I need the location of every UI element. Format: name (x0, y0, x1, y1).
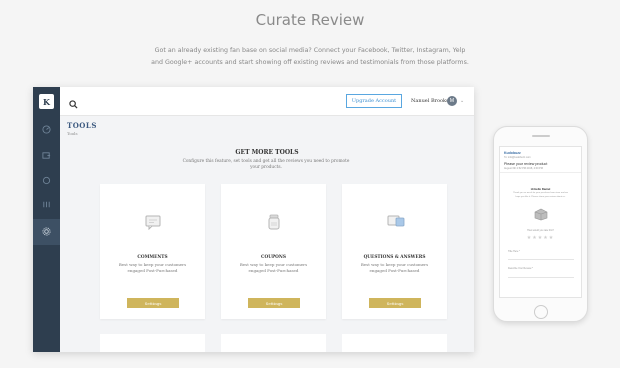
tool-card-partial (100, 334, 205, 352)
sidebar: K (33, 87, 60, 352)
card-description: Best way to keep your customers engaged … (239, 262, 308, 273)
top-bar: Upgrade Account Nanuel Brooks M ⌄ (60, 87, 474, 116)
review-field[interactable] (508, 277, 574, 278)
coupons-settings-button[interactable]: Settings (248, 298, 300, 308)
analytics-icon[interactable] (41, 175, 52, 186)
field-label: Title Here * (508, 250, 520, 253)
breadcrumb[interactable]: Tools (67, 131, 78, 136)
card-description: Best way to keep your customers engaged … (118, 262, 187, 273)
avatar[interactable]: M (447, 96, 457, 106)
get-more-tools-title: GET MORE TOOLS (235, 149, 299, 156)
card-title: COMMENTS (137, 255, 168, 260)
search-icon[interactable] (69, 96, 78, 109)
coupon-jar-icon (266, 214, 282, 230)
upgrade-account-button[interactable]: Upgrade Account (346, 94, 402, 108)
gear-icon[interactable] (41, 226, 52, 237)
phone-speaker (532, 135, 550, 137)
field-label: Describe Your Review * (508, 267, 533, 270)
tool-card-questions-answers: QUESTIONS & ANSWERS Best way to keep you… (342, 184, 447, 319)
card-title: QUESTIONS & ANSWERS (363, 255, 426, 260)
email-brand: Kudobuzz (504, 151, 521, 155)
widgets-icon[interactable] (41, 199, 52, 210)
star-rating[interactable]: ★★★★★ (500, 235, 581, 241)
dashboard-icon[interactable] (41, 124, 52, 135)
reviews-icon[interactable] (41, 150, 52, 161)
chevron-down-icon[interactable]: ⌄ (460, 98, 464, 104)
card-title: COUPONS (261, 255, 286, 260)
section-title: TOOLS (67, 121, 97, 130)
get-more-tools-description: Configure this feature, set tools and ge… (182, 159, 350, 170)
page-description: Got an already existing fan base on soci… (151, 47, 469, 66)
divider (500, 172, 581, 173)
email-date: August 6th 2:52 PM 2018, 4:00 PM (504, 167, 543, 170)
email-preview: Kudobuzz To: info@kudobuzz.com Please yo… (499, 146, 582, 298)
qa-chat-icon (387, 214, 405, 230)
email-subject: Please your review product (504, 162, 548, 166)
user-name[interactable]: Nanuel Brooks (411, 98, 449, 104)
email-greeting: Hi Hello Daniel (530, 187, 551, 191)
email-message: Thank you so much for your purchase from… (513, 192, 568, 198)
page-title: Curate Review (255, 11, 365, 29)
phone-home-button (534, 305, 548, 319)
title-field[interactable] (508, 259, 574, 260)
app-logo[interactable]: K (39, 94, 54, 109)
email-from: To: info@kudobuzz.com (504, 156, 531, 159)
qa-settings-button[interactable]: Settings (369, 298, 421, 308)
comments-settings-button[interactable]: Settings (127, 298, 179, 308)
rating-prompt: How would you rate this? (527, 229, 554, 232)
tool-card-coupons: COUPONS Best way to keep your customers … (221, 184, 326, 319)
comment-icon (145, 214, 161, 231)
card-description: Best way to keep your customers engaged … (360, 262, 429, 273)
app-window: K Upgrade Account Nanuel Brooks M ⌄ TOOL… (33, 87, 474, 352)
tool-card-partial (221, 334, 326, 352)
tool-card-partial (342, 334, 447, 352)
phone-mockup: Kudobuzz To: info@kudobuzz.com Please yo… (493, 126, 588, 322)
product-box-icon (533, 207, 549, 221)
tool-card-comments: COMMENTS Best way to keep your customers… (100, 184, 205, 319)
